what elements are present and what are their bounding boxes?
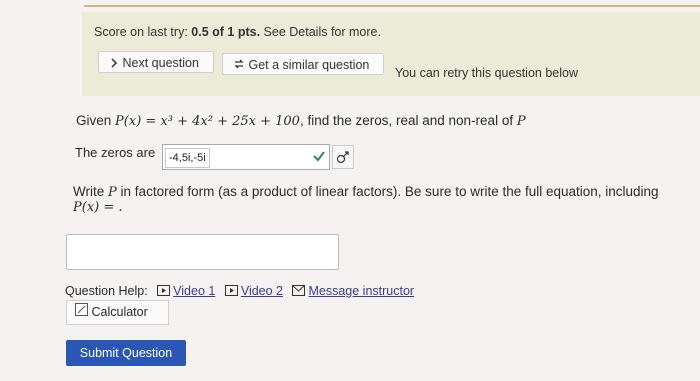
zeros-value: -4,5i,-5i [165, 148, 210, 168]
score-line: Score on last try: 0.5 of 1 pts. See Det… [94, 25, 381, 39]
calculator-label: Calculator [91, 305, 148, 319]
calculator-icon [75, 301, 88, 324]
check-icon [312, 149, 326, 168]
factored-prefix: Write [73, 184, 105, 199]
factored-equation-start: P(x) = . [73, 200, 123, 215]
score-suffix: See Details for more. [263, 25, 381, 39]
score-prefix: Score on last try: [94, 25, 188, 39]
video1-link[interactable]: Video 1 [157, 284, 215, 299]
question-given: Given [76, 113, 112, 128]
score-value: 0.5 of 1 pts. [191, 25, 261, 39]
factored-instruction: Write P in factored form (as a product o… [73, 184, 659, 215]
next-question-label: Next question [122, 56, 199, 70]
message-instructor-label: Message instructor [308, 284, 415, 298]
question-var: P [516, 114, 526, 129]
retry-text: You can retry this question below [395, 66, 578, 80]
question-text: Given P(x) = x³ + 4x² + 25x + 100, find … [76, 113, 526, 129]
similar-question-label: Get a similar question [248, 58, 370, 72]
help-label: Question Help: [65, 284, 148, 298]
video-icon [224, 284, 238, 299]
video1-label: Video 1 [173, 284, 216, 298]
mail-icon [292, 284, 306, 299]
similar-question-button[interactable]: Get a similar question [222, 53, 384, 75]
video-icon [157, 284, 171, 299]
zeros-input[interactable]: -4,5i,-5i [162, 144, 330, 170]
question-function: P(x) = x³ + 4x² + 25x + 100 [115, 114, 300, 129]
top-divider [84, 5, 700, 7]
preview-icon[interactable] [332, 145, 354, 169]
video2-label: Video 2 [240, 284, 283, 298]
score-panel: Score on last try: 0.5 of 1 pts. See Det… [82, 12, 700, 96]
factored-rest: in factored form (as a product of linear… [120, 184, 659, 199]
factored-var: P [108, 185, 117, 200]
calculator-button[interactable]: Calculator [66, 300, 169, 325]
submit-question-button[interactable]: Submit Question [66, 340, 186, 366]
zeros-label: The zeros are [75, 145, 156, 160]
message-instructor-link[interactable]: Message instructor [292, 284, 414, 299]
next-question-button[interactable]: Next question [98, 51, 214, 73]
answer-input[interactable] [66, 234, 339, 270]
question-find-text: , find the zeros, real and non-real of [299, 113, 514, 128]
video2-link[interactable]: Video 2 [224, 284, 283, 299]
question-help: Question Help: Video 1 Video 2 Message i… [65, 284, 414, 299]
refresh-icon [233, 55, 245, 77]
chevron-right-icon [109, 53, 119, 75]
